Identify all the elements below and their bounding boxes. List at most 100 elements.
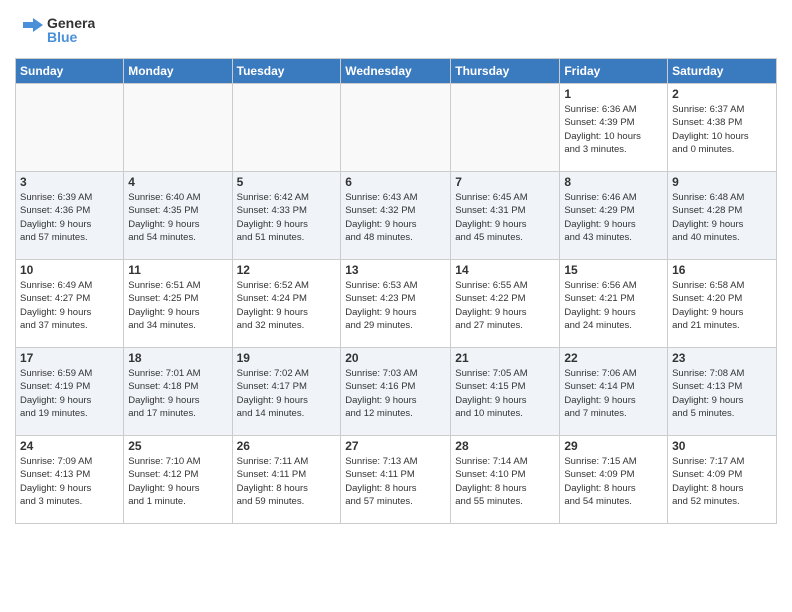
- calendar-day-cell: 11 Sunrise: 6:51 AM Sunset: 4:25 PM Dayli…: [124, 260, 232, 348]
- calendar-day-cell: 13 Sunrise: 6:53 AM Sunset: 4:23 PM Dayli…: [341, 260, 451, 348]
- weekday-header-wednesday: Wednesday: [341, 59, 451, 84]
- calendar-week-5: 24 Sunrise: 7:09 AM Sunset: 4:13 PM Dayli…: [16, 436, 777, 524]
- calendar-day-cell: 30 Sunrise: 7:17 AM Sunset: 4:09 PM Dayli…: [668, 436, 777, 524]
- calendar-day-cell: 10 Sunrise: 6:49 AM Sunset: 4:27 PM Dayli…: [16, 260, 124, 348]
- calendar-day-cell: 9 Sunrise: 6:48 AM Sunset: 4:28 PM Daylig…: [668, 172, 777, 260]
- calendar-day-cell: 4 Sunrise: 6:40 AM Sunset: 4:35 PM Daylig…: [124, 172, 232, 260]
- day-info: Sunrise: 7:09 AM Sunset: 4:13 PM Dayligh…: [20, 455, 119, 508]
- day-info: Sunrise: 6:53 AM Sunset: 4:23 PM Dayligh…: [345, 279, 446, 332]
- day-number: 27: [345, 439, 446, 453]
- day-number: 6: [345, 175, 446, 189]
- calendar-day-cell: 7Sunrise: 6:45 AM Sunset: 4:31 PM Daylig…: [451, 172, 560, 260]
- logo: GeneralBlue: [15, 10, 95, 50]
- calendar-day-cell: 18 Sunrise: 7:01 AM Sunset: 4:18 PM Dayli…: [124, 348, 232, 436]
- day-number: 15: [564, 263, 663, 277]
- calendar-day-cell: 8 Sunrise: 6:46 AM Sunset: 4:29 PM Daylig…: [560, 172, 668, 260]
- day-number: 22: [564, 351, 663, 365]
- day-info: Sunrise: 7:14 AM Sunset: 4:10 PM Dayligh…: [455, 455, 555, 508]
- weekday-header-row: SundayMondayTuesdayWednesdayThursdayFrid…: [16, 59, 777, 84]
- day-number: 20: [345, 351, 446, 365]
- calendar-day-cell: 29 Sunrise: 7:15 AM Sunset: 4:09 PM Dayli…: [560, 436, 668, 524]
- day-number: 28: [455, 439, 555, 453]
- day-number: 12: [237, 263, 337, 277]
- calendar-day-cell: 25Sunrise: 7:10 AM Sunset: 4:12 PM Dayli…: [124, 436, 232, 524]
- calendar-day-cell: 21Sunrise: 7:05 AM Sunset: 4:15 PM Dayli…: [451, 348, 560, 436]
- calendar-day-cell: 28 Sunrise: 7:14 AM Sunset: 4:10 PM Dayli…: [451, 436, 560, 524]
- day-info: Sunrise: 6:56 AM Sunset: 4:21 PM Dayligh…: [564, 279, 663, 332]
- day-info: Sunrise: 7:06 AM Sunset: 4:14 PM Dayligh…: [564, 367, 663, 420]
- day-number: 14: [455, 263, 555, 277]
- day-info: Sunrise: 7:01 AM Sunset: 4:18 PM Dayligh…: [128, 367, 227, 420]
- day-info: Sunrise: 7:10 AM Sunset: 4:12 PM Dayligh…: [128, 455, 227, 508]
- day-number: 23: [672, 351, 772, 365]
- weekday-header-tuesday: Tuesday: [232, 59, 341, 84]
- calendar-day-cell: 16Sunrise: 6:58 AM Sunset: 4:20 PM Dayli…: [668, 260, 777, 348]
- calendar-day-cell: 1 Sunrise: 6:36 AM Sunset: 4:39 PM Daylig…: [560, 84, 668, 172]
- day-info: Sunrise: 6:36 AM Sunset: 4:39 PM Dayligh…: [564, 103, 663, 156]
- calendar-table: SundayMondayTuesdayWednesdayThursdayFrid…: [15, 58, 777, 524]
- day-number: 1: [564, 87, 663, 101]
- day-number: 2: [672, 87, 772, 101]
- day-info: Sunrise: 7:02 AM Sunset: 4:17 PM Dayligh…: [237, 367, 337, 420]
- calendar-day-cell: 23 Sunrise: 7:08 AM Sunset: 4:13 PM Dayli…: [668, 348, 777, 436]
- day-number: 18: [128, 351, 227, 365]
- calendar-week-2: 3Sunrise: 6:39 AM Sunset: 4:36 PM Daylig…: [16, 172, 777, 260]
- day-info: Sunrise: 6:42 AM Sunset: 4:33 PM Dayligh…: [237, 191, 337, 244]
- calendar-day-cell: [16, 84, 124, 172]
- page-header: GeneralBlue: [15, 10, 777, 50]
- day-info: Sunrise: 6:40 AM Sunset: 4:35 PM Dayligh…: [128, 191, 227, 244]
- calendar-day-cell: [124, 84, 232, 172]
- calendar-day-cell: [451, 84, 560, 172]
- day-info: Sunrise: 6:43 AM Sunset: 4:32 PM Dayligh…: [345, 191, 446, 244]
- calendar-day-cell: 2 Sunrise: 6:37 AM Sunset: 4:38 PM Daylig…: [668, 84, 777, 172]
- calendar-week-4: 17 Sunrise: 6:59 AM Sunset: 4:19 PM Dayli…: [16, 348, 777, 436]
- day-number: 11: [128, 263, 227, 277]
- calendar-day-cell: 17 Sunrise: 6:59 AM Sunset: 4:19 PM Dayli…: [16, 348, 124, 436]
- day-info: Sunrise: 6:58 AM Sunset: 4:20 PM Dayligh…: [672, 279, 772, 332]
- day-number: 29: [564, 439, 663, 453]
- svg-text:Blue: Blue: [47, 29, 78, 45]
- day-info: Sunrise: 6:51 AM Sunset: 4:25 PM Dayligh…: [128, 279, 227, 332]
- day-number: 8: [564, 175, 663, 189]
- calendar-day-cell: 20 Sunrise: 7:03 AM Sunset: 4:16 PM Dayli…: [341, 348, 451, 436]
- day-info: Sunrise: 7:15 AM Sunset: 4:09 PM Dayligh…: [564, 455, 663, 508]
- calendar-day-cell: [232, 84, 341, 172]
- day-info: Sunrise: 7:17 AM Sunset: 4:09 PM Dayligh…: [672, 455, 772, 508]
- logo-svg: GeneralBlue: [15, 10, 95, 50]
- day-number: 13: [345, 263, 446, 277]
- weekday-header-saturday: Saturday: [668, 59, 777, 84]
- day-number: 17: [20, 351, 119, 365]
- calendar-day-cell: 14 Sunrise: 6:55 AM Sunset: 4:22 PM Dayli…: [451, 260, 560, 348]
- day-info: Sunrise: 6:46 AM Sunset: 4:29 PM Dayligh…: [564, 191, 663, 244]
- day-info: Sunrise: 6:55 AM Sunset: 4:22 PM Dayligh…: [455, 279, 555, 332]
- day-number: 24: [20, 439, 119, 453]
- day-info: Sunrise: 6:37 AM Sunset: 4:38 PM Dayligh…: [672, 103, 772, 156]
- day-number: 26: [237, 439, 337, 453]
- calendar-day-cell: 22 Sunrise: 7:06 AM Sunset: 4:14 PM Dayli…: [560, 348, 668, 436]
- day-info: Sunrise: 6:49 AM Sunset: 4:27 PM Dayligh…: [20, 279, 119, 332]
- day-info: Sunrise: 6:59 AM Sunset: 4:19 PM Dayligh…: [20, 367, 119, 420]
- page-container: GeneralBlue SundayMondayTuesdayWednesday…: [0, 0, 792, 534]
- calendar-day-cell: 27Sunrise: 7:13 AM Sunset: 4:11 PM Dayli…: [341, 436, 451, 524]
- day-info: Sunrise: 6:48 AM Sunset: 4:28 PM Dayligh…: [672, 191, 772, 244]
- calendar-day-cell: 3Sunrise: 6:39 AM Sunset: 4:36 PM Daylig…: [16, 172, 124, 260]
- day-number: 10: [20, 263, 119, 277]
- calendar-day-cell: 6 Sunrise: 6:43 AM Sunset: 4:32 PM Daylig…: [341, 172, 451, 260]
- calendar-week-1: 1 Sunrise: 6:36 AM Sunset: 4:39 PM Daylig…: [16, 84, 777, 172]
- day-number: 9: [672, 175, 772, 189]
- calendar-day-cell: 15 Sunrise: 6:56 AM Sunset: 4:21 PM Dayli…: [560, 260, 668, 348]
- weekday-header-friday: Friday: [560, 59, 668, 84]
- day-number: 19: [237, 351, 337, 365]
- day-info: Sunrise: 7:03 AM Sunset: 4:16 PM Dayligh…: [345, 367, 446, 420]
- day-info: Sunrise: 6:45 AM Sunset: 4:31 PM Dayligh…: [455, 191, 555, 244]
- day-info: Sunrise: 7:08 AM Sunset: 4:13 PM Dayligh…: [672, 367, 772, 420]
- calendar-day-cell: 5 Sunrise: 6:42 AM Sunset: 4:33 PM Daylig…: [232, 172, 341, 260]
- day-number: 5: [237, 175, 337, 189]
- calendar-day-cell: [341, 84, 451, 172]
- day-info: Sunrise: 6:52 AM Sunset: 4:24 PM Dayligh…: [237, 279, 337, 332]
- calendar-day-cell: 19 Sunrise: 7:02 AM Sunset: 4:17 PM Dayli…: [232, 348, 341, 436]
- day-number: 4: [128, 175, 227, 189]
- day-info: Sunrise: 6:39 AM Sunset: 4:36 PM Dayligh…: [20, 191, 119, 244]
- calendar-week-3: 10 Sunrise: 6:49 AM Sunset: 4:27 PM Dayli…: [16, 260, 777, 348]
- day-number: 30: [672, 439, 772, 453]
